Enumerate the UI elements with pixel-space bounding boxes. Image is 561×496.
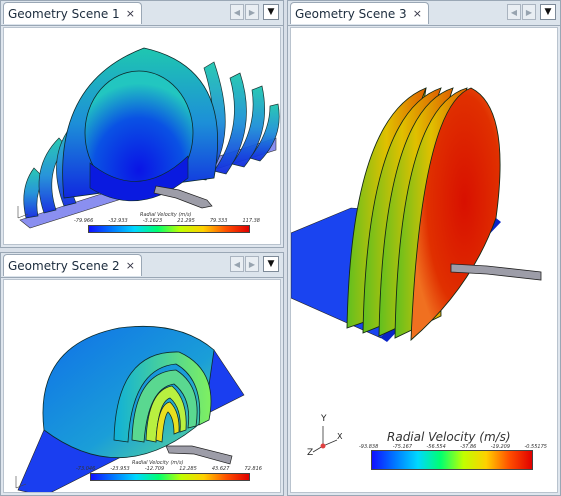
previous-view-button[interactable]: ◀ (507, 4, 521, 20)
close-icon[interactable]: × (413, 8, 422, 19)
scene-viewport[interactable]: Radial Velocity (m/s) -79.966 -32.933 -3… (3, 27, 281, 245)
legend-tick-label: 43.627 (211, 466, 230, 472)
scene-render (291, 87, 542, 453)
scene-viewport[interactable]: Y X Z Radial Velocity (m/s) -93.838 -75.… (290, 27, 558, 493)
view-menu-button[interactable]: ▼ (263, 4, 279, 20)
geometry-scene-2-pane: Geometry Scene 2 × ◀ ▶ ▼ Radial Velocity… (0, 252, 284, 496)
close-icon[interactable]: × (126, 260, 135, 271)
legend-tick-labels: -79.966 -32.933 -3.1623 21.295 79.333 11… (74, 218, 260, 224)
legend-tick-label: 21.295 (177, 218, 195, 224)
next-view-button[interactable]: ▶ (245, 256, 259, 272)
legend-tick-label: -12.709 (144, 466, 165, 472)
geometry-scene-1-pane: Geometry Scene 1 × ◀ ▶ ▼ Radial Velocity… (0, 0, 284, 248)
legend-tick-label: 79.333 (209, 218, 228, 224)
legend-tick-label: -23.953 (110, 466, 130, 472)
legend-tick-label: 117.38 (242, 218, 260, 224)
axis-label-x: X (337, 432, 343, 441)
scene-viewport[interactable]: Radial Velocity (m/s) -73.046 -23.953 -1… (3, 279, 281, 493)
previous-view-button[interactable]: ◀ (230, 256, 244, 272)
pane-controls: ◀ ▶ ▼ (507, 4, 556, 20)
geometry-scene-3-pane: Geometry Scene 3 × ◀ ▶ ▼ Y X Z Radial Ve… (287, 0, 561, 496)
tab-label: Geometry Scene 1 (8, 6, 120, 21)
legend-tick-label: -3.1623 (142, 218, 163, 224)
pane-controls: ◀ ▶ ▼ (230, 256, 279, 272)
next-view-button[interactable]: ▶ (245, 4, 259, 20)
legend-title: Radial Velocity (m/s) (387, 430, 511, 444)
tab-label: Geometry Scene 3 (295, 6, 407, 21)
legend-tick-label: 72.816 (244, 466, 262, 472)
legend-color-bar (88, 225, 250, 233)
legend-tick-label: -32.933 (108, 218, 128, 224)
tab-bar: Geometry Scene 2 × ◀ ▶ ▼ (1, 253, 283, 278)
view-menu-button[interactable]: ▼ (540, 4, 556, 20)
tab-bar: Geometry Scene 1 × ◀ ▶ ▼ (1, 1, 283, 26)
tab-bar: Geometry Scene 3 × ◀ ▶ ▼ (288, 1, 560, 26)
legend-tick-label: -73.046 (76, 466, 96, 472)
axis-label-y: Y (321, 414, 327, 424)
view-menu-button[interactable]: ▼ (263, 256, 279, 272)
legend-tick-labels: -73.046 -23.953 -12.709 12.285 43.627 72… (76, 466, 262, 472)
legend-color-bar (90, 473, 250, 481)
axis-label-z: Z (307, 448, 314, 458)
next-view-button[interactable]: ▶ (522, 4, 536, 20)
tab-geometry-scene-1[interactable]: Geometry Scene 1 × (3, 2, 142, 24)
pane-controls: ◀ ▶ ▼ (230, 4, 279, 20)
close-icon[interactable]: × (126, 8, 135, 19)
tab-label: Geometry Scene 2 (8, 258, 120, 273)
legend-color-bar (371, 450, 533, 470)
previous-view-button[interactable]: ◀ (230, 4, 244, 20)
legend-tick-label: 12.285 (179, 466, 197, 472)
tab-geometry-scene-2[interactable]: Geometry Scene 2 × (3, 254, 142, 276)
tab-geometry-scene-3[interactable]: Geometry Scene 3 × (290, 2, 429, 24)
legend-tick-label: -79.966 (74, 218, 94, 224)
